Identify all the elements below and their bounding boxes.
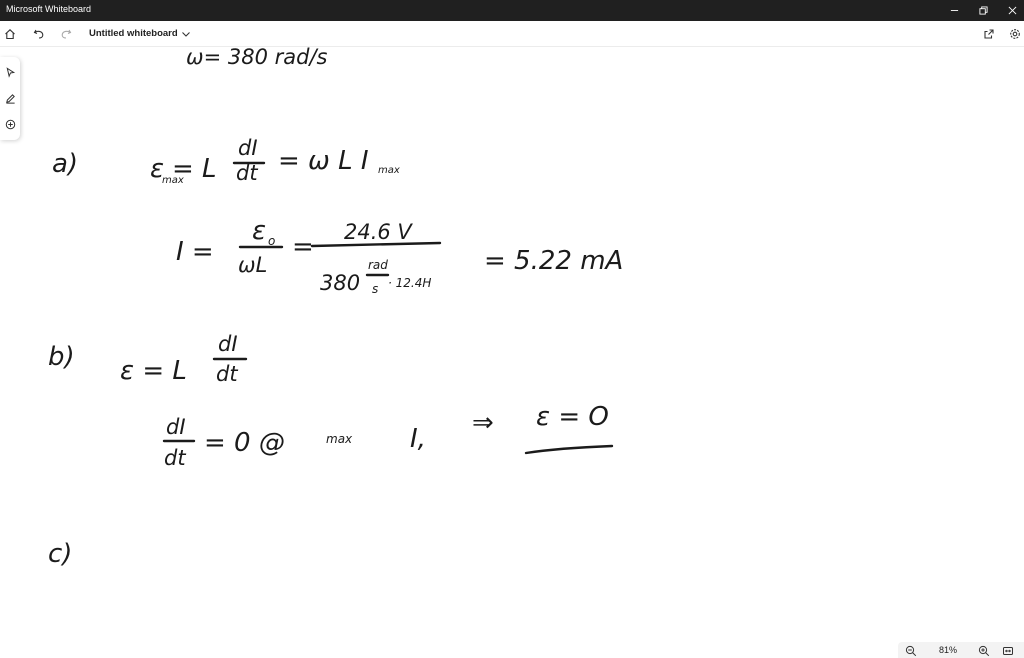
whiteboard-canvas[interactable]: ω= 380 rad/s a) ε max = L dI dt = ω L I … xyxy=(0,47,1024,642)
share-icon xyxy=(984,29,994,39)
home-button[interactable] xyxy=(2,26,18,42)
eq2-equals: = xyxy=(292,232,314,262)
ink-layer: ω= 380 rad/s a) ε max = L dI dt = ω L I … xyxy=(48,47,623,569)
eq2-inductance: · 12.4H xyxy=(388,276,431,290)
zoom-out-button[interactable] xyxy=(905,644,917,657)
close-icon xyxy=(1008,6,1016,15)
undo-button[interactable] xyxy=(31,26,47,42)
b-result-underline xyxy=(524,444,614,455)
restore-icon xyxy=(978,6,988,15)
gear-icon xyxy=(1010,29,1020,39)
eq2-lhs: I = xyxy=(176,237,214,267)
eq1-rhs: = ω L I xyxy=(278,146,369,176)
document-title[interactable]: Untitled whiteboard xyxy=(89,28,178,39)
eq2-voltage: 24.6 V xyxy=(344,220,413,244)
close-button[interactable] xyxy=(996,0,1024,21)
eq2-result: = 5.22 mA xyxy=(484,246,623,276)
b-implies-arrow: ⇒ xyxy=(472,408,494,438)
undo-icon xyxy=(33,29,44,39)
eq2-omega-L: ωL xyxy=(238,253,267,277)
minimize-button[interactable] xyxy=(938,0,970,21)
zoom-out-icon xyxy=(905,645,917,657)
eq1-dt: dt xyxy=(236,161,258,185)
redo-button[interactable] xyxy=(58,26,74,42)
fit-screen-icon xyxy=(1003,647,1013,655)
eq1-dI: dI xyxy=(238,136,258,160)
restore-button[interactable] xyxy=(967,0,999,21)
title-bar: Microsoft Whiteboard xyxy=(0,0,1024,21)
b-eq1-dI: dI xyxy=(218,332,238,356)
eq2-s: s xyxy=(372,282,378,296)
home-icon xyxy=(5,29,15,40)
eq2-omega-value: 380 xyxy=(320,271,360,295)
chevron-down-icon[interactable] xyxy=(181,29,191,39)
part-a-label: a) xyxy=(52,149,78,179)
eq1-equals-L: = L xyxy=(172,154,217,184)
zoom-in-button[interactable] xyxy=(978,644,990,657)
eq2-fraction-bar-2 xyxy=(310,241,442,248)
b-eq2-dI: dI xyxy=(166,415,186,439)
b-eq2-max: max xyxy=(326,432,353,446)
b-result: ε = O xyxy=(536,402,609,432)
zoom-level[interactable]: 81% xyxy=(939,645,957,655)
b-eq2-dt: dt xyxy=(164,446,186,470)
zoom-bar: 81% xyxy=(898,642,1024,658)
b-eq1-dt: dt xyxy=(216,362,238,386)
fit-to-screen-button[interactable] xyxy=(1002,644,1014,656)
part-b-label: b) xyxy=(48,342,75,372)
eq2-emf: ε xyxy=(252,216,266,246)
b-eq2-I: I, xyxy=(410,424,426,454)
b-eq1: ε = L xyxy=(120,356,187,386)
minimize-icon xyxy=(950,10,958,11)
zoom-in-icon xyxy=(978,645,990,657)
part-c-label: c) xyxy=(48,539,72,569)
settings-button[interactable] xyxy=(1007,26,1023,42)
eq2-rad: rad xyxy=(368,258,388,272)
share-button[interactable] xyxy=(981,26,997,42)
app-title: Microsoft Whiteboard xyxy=(6,4,92,14)
b-eq2-rest: = 0 @ xyxy=(204,428,285,458)
omega-line: ω= 380 rad/s xyxy=(186,47,328,69)
redo-icon xyxy=(61,29,72,39)
eq1-rhs-subscript: max xyxy=(378,165,400,176)
app-toolbar: Untitled whiteboard xyxy=(0,21,1024,47)
